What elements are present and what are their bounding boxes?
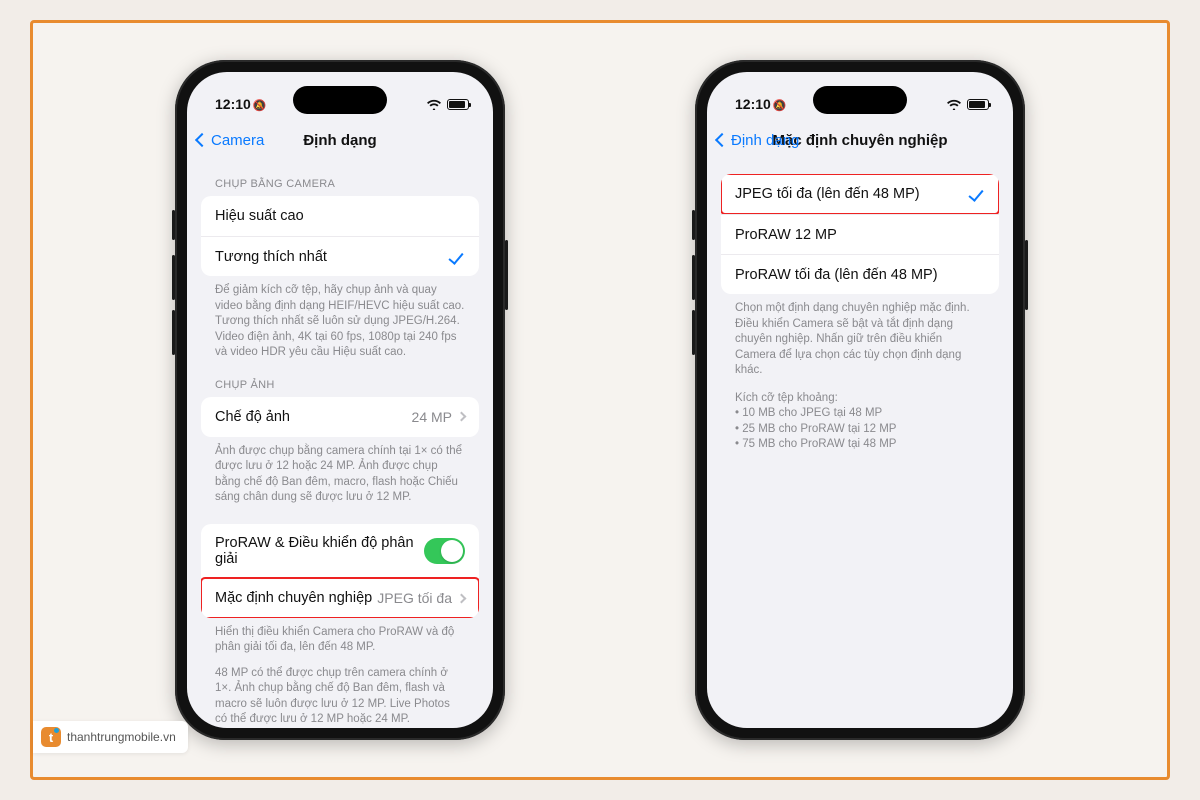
- watermark: t thanhtrungmobile.vn: [33, 721, 188, 753]
- option-proraw-max[interactable]: ProRAW tối đa (lên đến 48 MP): [721, 254, 999, 294]
- row-photo-mode[interactable]: Chế độ ảnh 24 MP: [201, 397, 479, 437]
- nav-bar: Camera Định dạng: [187, 120, 493, 160]
- chevron-right-icon: [457, 412, 467, 422]
- dynamic-island: [293, 86, 387, 114]
- screen-formats: 12:10🔕 Camera Định dạng CHỤP BẰNG CAMERA…: [187, 72, 493, 728]
- page-title: Định dạng: [303, 132, 376, 149]
- chevron-left-icon: [715, 133, 729, 147]
- silent-icon: 🔕: [253, 100, 266, 112]
- back-label: Định dạng: [731, 132, 799, 149]
- check-icon: [968, 186, 983, 202]
- image-frame: 12:10🔕 Camera Định dạng CHỤP BẰNG CAMERA…: [30, 20, 1170, 780]
- footer-pro-1: Hiển thị điều khiển Camera cho ProRAW và…: [201, 618, 479, 656]
- silent-icon: 🔕: [773, 100, 786, 112]
- chevron-left-icon: [195, 133, 209, 147]
- group-camera-capture: CHỤP BẰNG CAMERA: [201, 160, 479, 196]
- wifi-icon: [946, 98, 962, 110]
- back-button[interactable]: Định dạng: [717, 132, 799, 149]
- footer-desc: Chọn một định dạng chuyên nghiệp mặc địn…: [721, 294, 999, 379]
- back-label: Camera: [211, 132, 264, 149]
- toggle-on-icon[interactable]: [424, 538, 465, 564]
- status-time: 12:10: [735, 96, 771, 112]
- check-icon: [448, 249, 463, 265]
- footer-pro-2: 48 MP có thể được chụp trên camera chính…: [201, 656, 479, 728]
- phone-right: 12:10🔕 Định dạng Mặc định chuyên nghiệp …: [695, 60, 1025, 740]
- watermark-icon: t: [41, 727, 61, 747]
- row-proraw-toggle[interactable]: ProRAW & Điều khiển độ phân giải: [201, 524, 479, 578]
- row-most-compatible[interactable]: Tương thích nhất: [201, 236, 479, 276]
- option-jpeg-max[interactable]: JPEG tối đa (lên đến 48 MP): [721, 174, 999, 214]
- option-proraw-12[interactable]: ProRAW 12 MP: [721, 214, 999, 254]
- status-time: 12:10: [215, 96, 251, 112]
- battery-icon: [967, 99, 989, 110]
- row-pro-default[interactable]: Mặc định chuyên nghiệp JPEG tối đa: [201, 578, 479, 618]
- phone-left: 12:10🔕 Camera Định dạng CHỤP BẰNG CAMERA…: [175, 60, 505, 740]
- settings-content[interactable]: JPEG tối đa (lên đến 48 MP) ProRAW 12 MP…: [707, 160, 1013, 728]
- settings-content[interactable]: CHỤP BẰNG CAMERA Hiệu suất cao Tương thí…: [187, 160, 493, 728]
- nav-bar: Định dạng Mặc định chuyên nghiệp: [707, 120, 1013, 160]
- wifi-icon: [426, 98, 442, 110]
- chevron-right-icon: [457, 593, 467, 603]
- dynamic-island: [813, 86, 907, 114]
- footer-capture: Để giảm kích cỡ tệp, hãy chụp ảnh và qua…: [201, 276, 479, 361]
- footer-sizes: Kích cỡ tệp khoảng: • 10 MB cho JPEG tại…: [721, 379, 999, 453]
- group-photo: CHỤP ẢNH: [201, 361, 479, 397]
- screen-pro-default: 12:10🔕 Định dạng Mặc định chuyên nghiệp …: [707, 72, 1013, 728]
- back-button[interactable]: Camera: [197, 132, 264, 149]
- footer-photo: Ảnh được chụp bằng camera chính tại 1× c…: [201, 437, 479, 506]
- row-high-efficiency[interactable]: Hiệu suất cao: [201, 196, 479, 236]
- battery-icon: [447, 99, 469, 110]
- watermark-text: thanhtrungmobile.vn: [67, 730, 176, 744]
